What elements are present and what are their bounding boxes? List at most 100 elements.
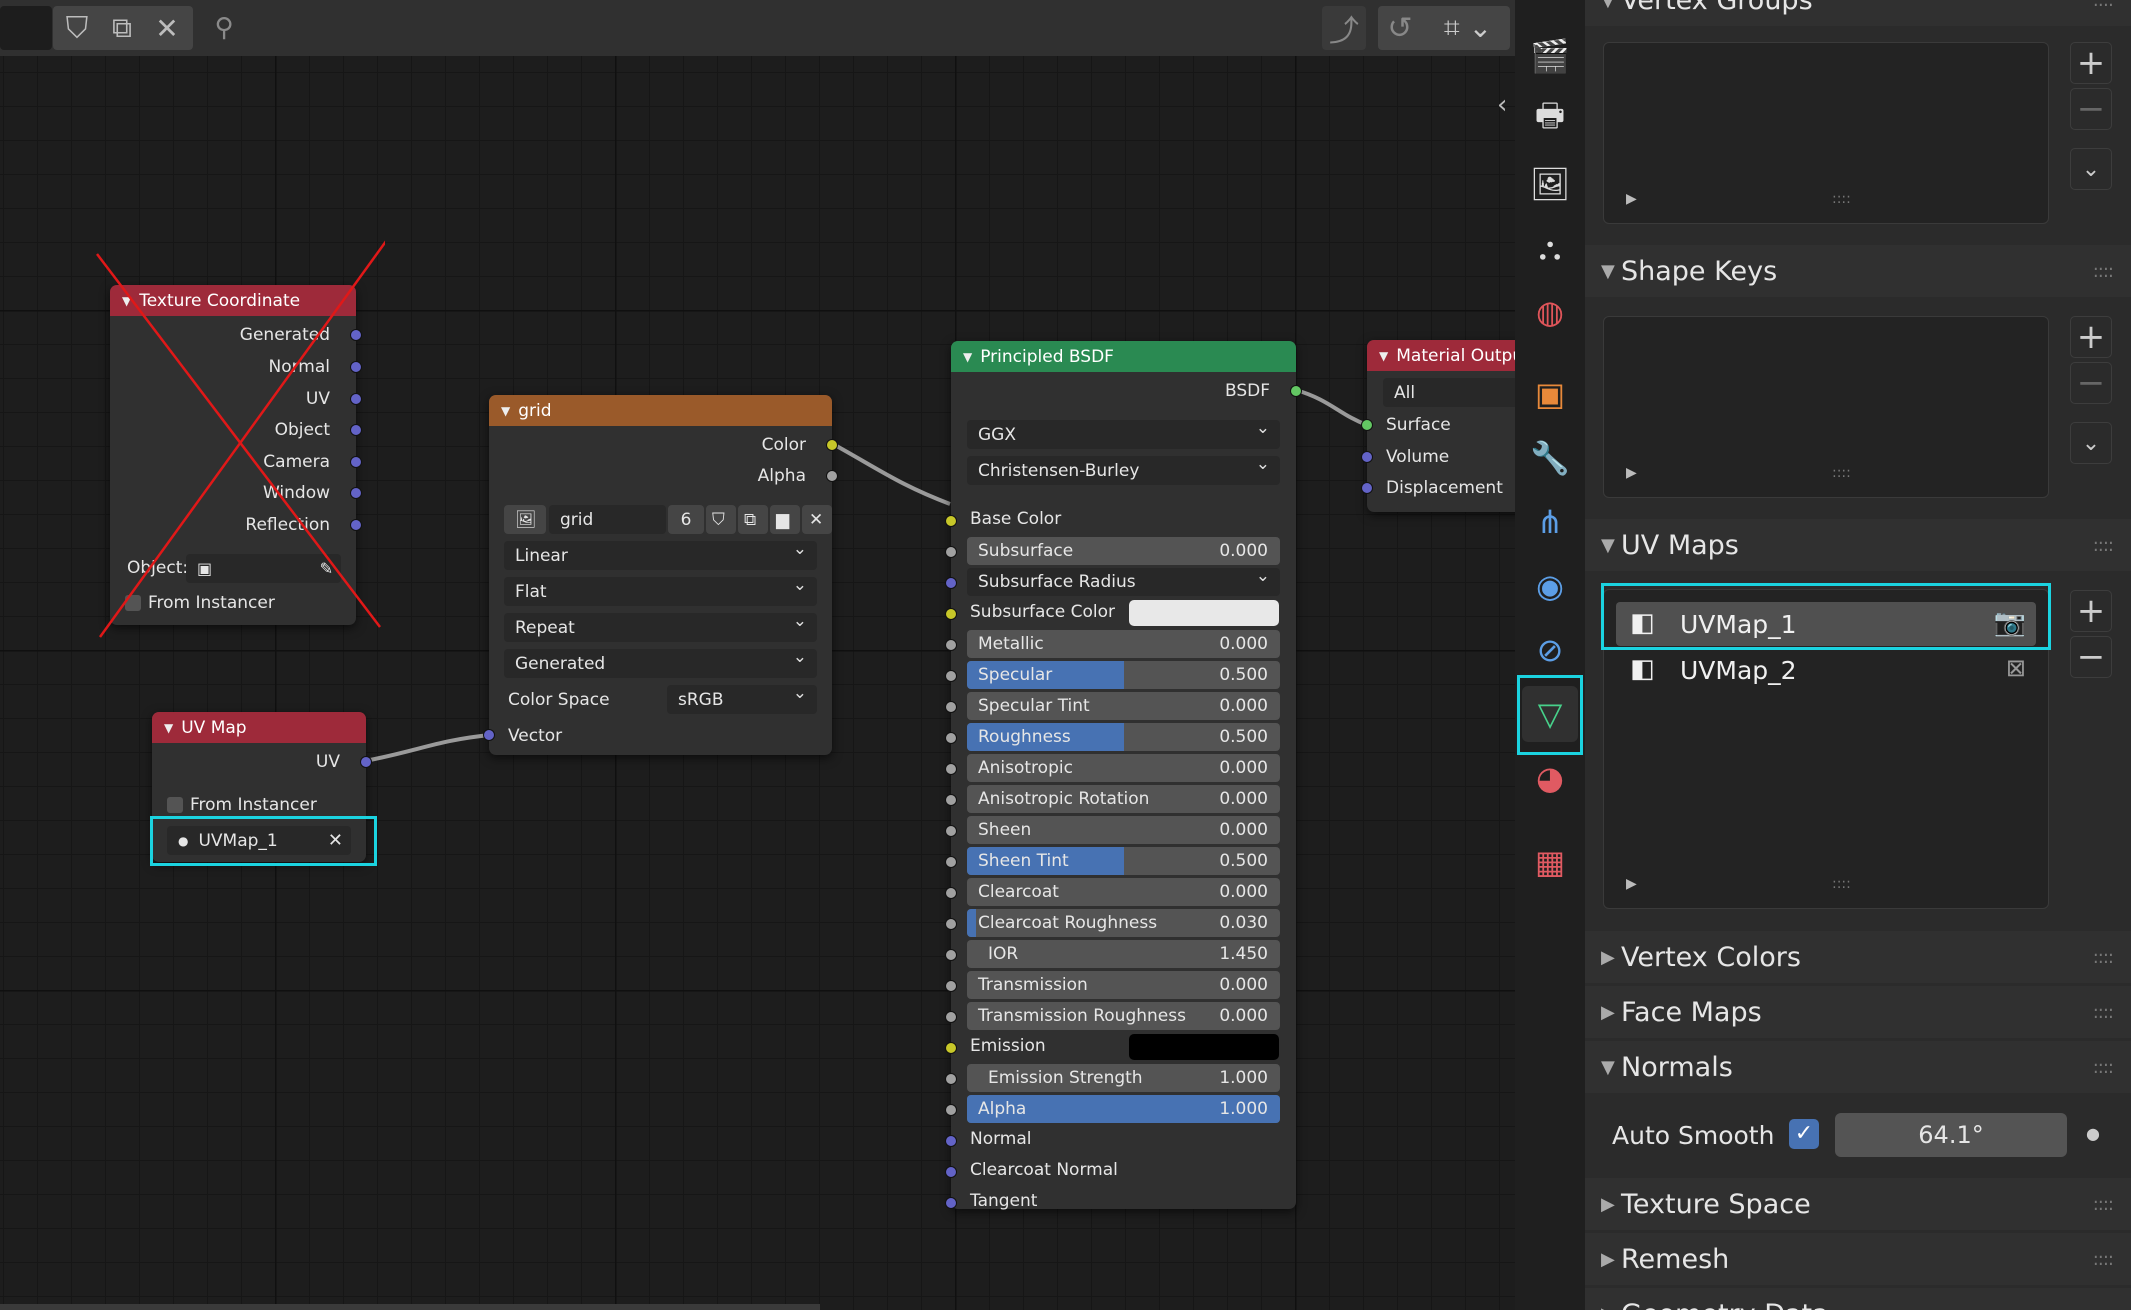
- sheen-tint-socket[interactable]: [945, 856, 957, 868]
- ior-socket[interactable]: [945, 949, 957, 961]
- roughness-slider[interactable]: Roughness 0.500: [967, 723, 1280, 751]
- clearcoat-slider[interactable]: Clearcoat 0.000: [967, 878, 1280, 906]
- panel-remesh[interactable]: ▶ Remesh::::: [1585, 1233, 2131, 1285]
- node-header[interactable]: ▼ UV Map: [152, 712, 366, 743]
- anisotropic-rotation-socket[interactable]: [945, 794, 957, 806]
- keyframe-dot-icon[interactable]: ●: [2086, 1124, 2100, 1143]
- world-tab-icon[interactable]: ◍: [1522, 284, 1578, 340]
- projection-dropdown[interactable]: Flat: [504, 575, 817, 606]
- duplicate-icon[interactable]: ⧉: [738, 505, 768, 534]
- metallic-slider[interactable]: Metallic 0.000: [967, 630, 1280, 658]
- horizontal-scrollbar[interactable]: [0, 1304, 820, 1310]
- alpha-socket[interactable]: [945, 1104, 957, 1116]
- ior-slider[interactable]: IOR 1.450: [967, 940, 1280, 968]
- subsurface-color-socket[interactable]: [945, 608, 957, 620]
- panel-geometry-data[interactable]: ▶Geometry Data::::: [1585, 1288, 2131, 1310]
- clearcoat-socket[interactable]: [945, 887, 957, 899]
- sheen-socket[interactable]: [945, 825, 957, 837]
- resize-grip-icon[interactable]: ::::: [1832, 465, 1851, 481]
- node-header[interactable]: ▼ Material Outpu: [1367, 340, 1515, 371]
- fake-user-icon[interactable]: ⛉: [706, 505, 736, 534]
- color-space-dropdown[interactable]: sRGB: [667, 683, 817, 714]
- clearcoat-roughness-socket[interactable]: [945, 918, 957, 930]
- view-layer-tab-icon[interactable]: 🖼: [1522, 156, 1578, 212]
- image-type-dropdown[interactable]: 🖼: [504, 505, 546, 534]
- socket[interactable]: [826, 439, 838, 451]
- base-color-socket[interactable]: [945, 515, 957, 527]
- snap-icon[interactable]: ↺: [1378, 6, 1422, 50]
- socket[interactable]: [483, 729, 495, 741]
- add-icon[interactable]: +: [2070, 316, 2112, 358]
- socket[interactable]: [1290, 385, 1302, 397]
- output-tab-icon[interactable]: 🖶: [1522, 92, 1578, 148]
- subsurface-color-swatch[interactable]: [1129, 600, 1279, 626]
- socket[interactable]: [1361, 482, 1373, 494]
- panel-normals[interactable]: ▼ Normals::::: [1585, 1041, 2131, 1093]
- emission-socket[interactable]: [945, 1042, 957, 1054]
- grid-snap-icon[interactable]: ⌗ ⌄: [1426, 6, 1510, 50]
- panel-vertex-colors[interactable]: ▶ Vertex Colors::::: [1585, 931, 2131, 983]
- image-texture-node[interactable]: ▼ grid Color Alpha 🖼 grid 6 ⛉ ⧉ ▆ ✕ Linea…: [483, 395, 838, 755]
- subsurface-socket[interactable]: [945, 546, 957, 558]
- tangent-socket[interactable]: [945, 1197, 957, 1209]
- shape-keys-list[interactable]: ▶ ::::: [1603, 316, 2049, 498]
- socket[interactable]: [1361, 451, 1373, 463]
- add-icon[interactable]: +: [2070, 590, 2112, 632]
- metallic-socket[interactable]: [945, 639, 957, 651]
- auto-smooth-angle-field[interactable]: 64.1°: [1835, 1113, 2067, 1157]
- clearcoat-normal-socket[interactable]: [945, 1166, 957, 1178]
- specular-tint-slider[interactable]: Specular Tint 0.000: [967, 692, 1280, 720]
- specular-socket[interactable]: [945, 670, 957, 682]
- remove-icon[interactable]: −: [2070, 88, 2112, 130]
- clearcoat-roughness-slider[interactable]: Clearcoat Roughness 0.030: [967, 909, 1280, 937]
- image-name-field[interactable]: grid: [549, 505, 666, 534]
- camera-off-icon[interactable]: ⊠: [2006, 654, 2026, 682]
- specular-tint-socket[interactable]: [945, 701, 957, 713]
- expand-icon[interactable]: ▶: [1626, 465, 1637, 481]
- subsurface-slider[interactable]: Subsurface 0.000: [967, 537, 1280, 565]
- anisotropic-slider[interactable]: Anisotropic 0.000: [967, 754, 1280, 782]
- distribution-dropdown[interactable]: GGX: [967, 418, 1280, 449]
- resize-grip-icon[interactable]: ::::: [1832, 876, 1851, 892]
- remove-icon[interactable]: −: [2070, 362, 2112, 404]
- socket[interactable]: [360, 756, 372, 768]
- texture-tab-icon[interactable]: ▦: [1522, 834, 1578, 890]
- source-dropdown[interactable]: Generated: [504, 647, 817, 678]
- socket[interactable]: [826, 470, 838, 482]
- object-tab-icon[interactable]: ▣: [1522, 366, 1578, 422]
- panel-vertex-groups[interactable]: ▼ Vertex Groups::::: [1585, 0, 2131, 26]
- vertex-groups-list[interactable]: ▶ ::::: [1603, 42, 2049, 224]
- anisotropic-socket[interactable]: [945, 763, 957, 775]
- transmission-slider[interactable]: Transmission 0.000: [967, 971, 1280, 999]
- subsurface-radius-dropdown[interactable]: Subsurface Radius: [967, 566, 1280, 596]
- sheen-tint-slider[interactable]: Sheen Tint 0.500: [967, 847, 1280, 875]
- socket[interactable]: [1361, 419, 1373, 431]
- emission-strength-socket[interactable]: [945, 1073, 957, 1085]
- roughness-socket[interactable]: [945, 732, 957, 744]
- specials-menu-icon[interactable]: ⌄: [2070, 148, 2112, 190]
- uv-map-item-2[interactable]: ◧ UVMap_2 ⊠: [1616, 648, 2036, 692]
- properties-editor[interactable]: ▼ Vertex Groups:::: ▶ :::: + − ⌄ ▼ Shape K…: [1585, 0, 2131, 1310]
- render-tab-icon[interactable]: 🎬: [1522, 28, 1578, 84]
- physics-tab-icon[interactable]: ◉: [1522, 558, 1578, 614]
- constraints-tab-icon[interactable]: ⊘: [1522, 622, 1578, 678]
- emission-strength-slider[interactable]: Emission Strength 1.000: [967, 1064, 1280, 1092]
- resize-grip-icon[interactable]: ::::: [1832, 191, 1851, 207]
- from-instancer-checkbox[interactable]: [167, 797, 183, 813]
- duplicate-icon[interactable]: ⧉: [100, 8, 144, 48]
- shield-icon[interactable]: ⛉: [55, 8, 99, 48]
- auto-smooth-checkbox[interactable]: ✓: [1789, 1119, 1819, 1149]
- panel-texture-space[interactable]: ▶ Texture Space::::: [1585, 1178, 2131, 1230]
- expand-icon[interactable]: ▶: [1626, 876, 1637, 892]
- node-header[interactable]: ▼ Principled BSDF: [951, 341, 1296, 372]
- folder-icon[interactable]: ▆: [770, 505, 800, 534]
- anisotropic-rotation-slider[interactable]: Anisotropic Rotation 0.000: [967, 785, 1280, 813]
- emission-swatch[interactable]: [1129, 1034, 1279, 1060]
- parent-icon[interactable]: ⤴: [1322, 6, 1366, 50]
- close-icon[interactable]: ✕: [145, 8, 189, 48]
- material-output-node[interactable]: ▼ Material Outpu All Surface Volume Displ…: [1361, 340, 1515, 512]
- specular-slider[interactable]: Specular 0.500: [967, 661, 1280, 689]
- pin-icon[interactable]: ⚲: [202, 8, 246, 48]
- principled-bsdf-node[interactable]: ▼Principled BSDF BSDF GGX Christensen-Bu…: [945, 341, 1302, 1211]
- collapse-sidebar-icon[interactable]: ‹: [1497, 90, 1507, 120]
